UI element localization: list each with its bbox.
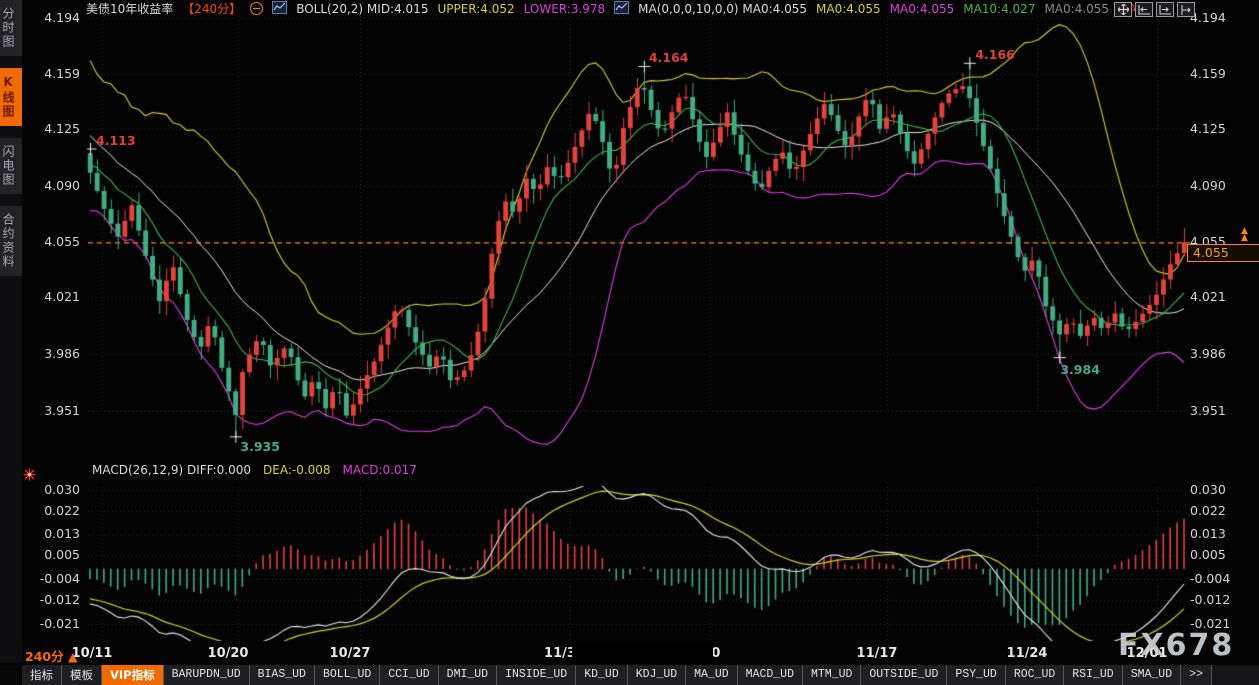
sidebar-tab-合约资料[interactable]: 合约资料	[0, 206, 22, 276]
footer-tab-INSIDE_UD[interactable]: INSIDE_UD	[497, 665, 576, 685]
price-up-arrow-icon: ▲▲	[1241, 228, 1248, 242]
indicator-chart-icon	[614, 1, 629, 17]
macd-axis-tick: -0.004	[28, 572, 80, 586]
footer-tab-OUTSIDE_UD[interactable]: OUTSIDE_UD	[861, 665, 947, 685]
xaxis-date-label: 11/17	[857, 646, 898, 661]
macd-axis-tick: -0.012	[28, 593, 80, 607]
price-axis-tick: 3.986	[1190, 347, 1242, 361]
footer-tab-ROC_UD[interactable]: ROC_UD	[1006, 665, 1064, 685]
macd-axis-tick: -0.004	[1190, 572, 1242, 586]
indicator-chart-icon	[272, 1, 287, 17]
footer-tab-VIP[interactable]: VIP指标	[102, 665, 164, 685]
price-axis-tick: 4.090	[1190, 179, 1242, 193]
xaxis-date-label: 10/27	[330, 646, 371, 661]
header-indicator-value: LOWER:3.978	[524, 2, 606, 16]
chart-header: 美债10年收益率【240分】 BOLL(20,2) MID:4.015 UPPER:…	[86, 1, 1148, 16]
footer-tab-MTM_UD[interactable]: MTM_UD	[803, 665, 861, 685]
footer-tab-[interactable]: 指标	[22, 665, 62, 685]
price-annotation-label: 4.166	[975, 47, 1015, 62]
period-label: 240分	[25, 649, 64, 664]
header-indicator-value: 美债10年收益率	[86, 2, 173, 16]
price-axis-tick: 4.055	[28, 235, 80, 249]
macd-indicator-value: DEA:-0.008	[263, 463, 331, 477]
axis-compress-left-icon[interactable]	[1135, 2, 1153, 17]
price-axis-tick: 4.021	[1190, 290, 1242, 304]
footer-tab-CCI_UD[interactable]: CCI_UD	[380, 665, 438, 685]
macd-header: MACD(26,12,9) DIFF:0.000 DEA:-0.008 MACD:0…	[92, 463, 417, 477]
macd-axis-tick: -0.021	[28, 617, 80, 631]
macd-axis-tick: 0.030	[1190, 483, 1242, 497]
price-axis-tick: 4.125	[28, 122, 80, 136]
macd-axis-tick: 0.005	[1190, 548, 1242, 562]
footer-tab-KD_UD[interactable]: KD_UD	[576, 665, 628, 685]
header-indicator-value: 【240分】	[182, 2, 241, 16]
price-axis-tick: 4.090	[28, 179, 80, 193]
header-indicator-value: MA0:4.055	[816, 2, 881, 16]
footer-tab-RSI_UD[interactable]: RSI_UD	[1064, 665, 1122, 685]
price-axis-tick: 3.986	[28, 347, 80, 361]
macd-axis-tick: 0.022	[28, 504, 80, 518]
footer-tab-[interactable]: 模板	[62, 665, 102, 685]
macd-axis-tick: 0.005	[28, 548, 80, 562]
price-annotation-label: 3.935	[240, 439, 280, 454]
price-annotation-label: 3.984	[1060, 362, 1100, 377]
price-axis-tick: 4.125	[1190, 122, 1242, 136]
kline-macd-chart-canvas[interactable]	[0, 0, 1259, 685]
chart-toolbar	[1114, 2, 1195, 17]
price-axis-tick: 3.951	[1190, 404, 1242, 418]
trading-terminal: 分时图 K线图闪电图合约资料 美债10年收益率【240分】 BOLL(20,2) M…	[0, 0, 1259, 685]
pan-right-icon[interactable]	[1177, 2, 1195, 17]
macd-axis-tick: 0.013	[1190, 527, 1242, 541]
footer-tab-BARUPDN_UD[interactable]: BARUPDN_UD	[164, 665, 250, 685]
footer-tab-MA_UD[interactable]: MA_UD	[686, 665, 738, 685]
minus-circle-icon[interactable]	[250, 2, 263, 15]
axis-compress-right-icon[interactable]	[1156, 2, 1174, 17]
price-axis-tick: 4.021	[28, 290, 80, 304]
footer-tab-BIAS_UD[interactable]: BIAS_UD	[250, 665, 315, 685]
header-indicator-value: MA0:4.055	[1044, 2, 1109, 16]
price-axis-tick: 3.951	[28, 404, 80, 418]
header-indicator-value: MA0:4.055	[890, 2, 955, 16]
last-price-badge: 4.055	[1187, 244, 1259, 262]
price-annotation-label: 4.164	[649, 50, 689, 65]
footer-tab-[interactable]: >>	[1181, 665, 1212, 685]
footer-tab-MACD_UD[interactable]: MACD_UD	[738, 665, 803, 685]
up-triangle-icon: ▲	[68, 649, 78, 664]
header-indicator-value: UPPER:4.052	[437, 2, 514, 16]
macd-axis-tick: -0.012	[1190, 593, 1242, 607]
xaxis-date-label: 11/24	[1007, 646, 1048, 661]
footer-tab-BOLL_UD[interactable]: BOLL_UD	[315, 665, 380, 685]
macd-axis-tick: 0.022	[1190, 504, 1242, 518]
indicator-tabbar: 指标模板VIP指标BARUPDN_UDBIAS_UDBOLL_UDCCI_UDD…	[0, 665, 1259, 685]
sidebar-tab-分时图[interactable]: 分时图	[0, 0, 22, 56]
macd-axis-tick: 0.013	[28, 527, 80, 541]
footer-tab-SMA_UD[interactable]: SMA_UD	[1123, 665, 1181, 685]
footer-tab-DMI_UD[interactable]: DMI_UD	[439, 665, 497, 685]
sidebar-tab-K线图[interactable]: K线图	[0, 68, 22, 126]
price-annotation-label: 4.113	[96, 133, 136, 148]
redaction-box	[572, 644, 713, 664]
header-indicator-value: MA10:4.027	[963, 2, 1035, 16]
price-axis-tick: 4.194	[1190, 11, 1242, 25]
footer-tab-PSY_UD[interactable]: PSY_UD	[947, 665, 1005, 685]
footer-tab-KDJ_UD[interactable]: KDJ_UD	[628, 665, 686, 685]
macd-indicator-value: MACD(26,12,9) DIFF:0.000	[92, 463, 251, 477]
price-axis-tick: 4.159	[28, 67, 80, 81]
header-indicator-value: MA(0,0,0,10,0,0) MA0:4.055	[638, 2, 807, 16]
footer-corner	[0, 665, 22, 685]
crosshair-move-icon[interactable]	[1114, 2, 1132, 17]
sidebar-tab-闪电图[interactable]: 闪电图	[0, 138, 22, 194]
macd-indicator-value: MACD:0.017	[343, 463, 417, 477]
period-selector[interactable]: 240分 ▲	[25, 646, 78, 665]
xaxis-date-label: 10/20	[208, 646, 249, 661]
sidebar: 分时图 K线图闪电图合约资料	[0, 0, 22, 663]
header-indicator-value: BOLL(20,2) MID:4.015	[296, 2, 428, 16]
price-axis-tick: 4.159	[1190, 67, 1242, 81]
price-axis-tick: 4.194	[28, 11, 80, 25]
watermark-logo: FX678	[1118, 628, 1234, 663]
star-icon	[23, 466, 36, 485]
